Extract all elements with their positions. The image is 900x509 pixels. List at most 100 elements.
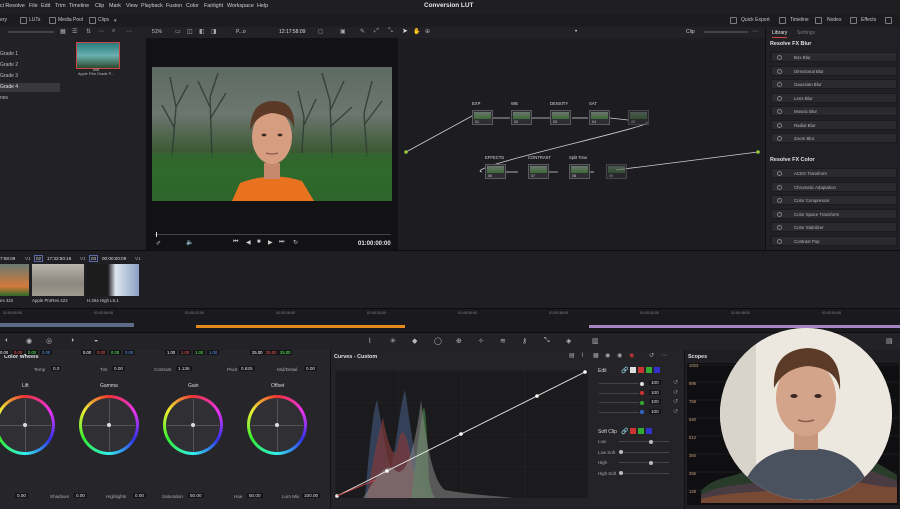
lummix-value[interactable]: 100.00 [302,493,321,498]
menu-color[interactable]: Color [186,3,199,9]
pointer-icon[interactable]: ➤ [402,27,408,35]
curve-tool-icon[interactable]: ▦ [593,352,599,359]
menu-fairlight[interactable]: Fairlight [204,3,223,9]
wheel-value[interactable]: 0.00 [123,350,136,355]
menu-trim[interactable]: Trim [55,3,66,9]
sort-icon[interactable]: ⇅ [86,28,91,35]
key-icon[interactable]: ⚷ [522,337,527,345]
menu-playback[interactable]: Playback [141,3,163,9]
hue-value[interactable]: 50.00 [247,493,263,498]
temp-value[interactable]: 0.0 [51,366,62,371]
reset-icon[interactable]: ↺ [673,408,678,415]
saturation-value[interactable]: 50.00 [188,493,204,498]
menu-help[interactable]: Help [257,3,268,9]
dropper-icon[interactable]: ✐ [156,240,161,247]
menu-mark[interactable]: Mark [109,3,121,9]
hdr-icon[interactable]: ◑ [70,337,74,344]
tab-timeline[interactable]: Timeline [790,17,809,23]
link-icon[interactable]: 🔗 [621,428,628,435]
library-item[interactable]: Lens Blur [771,92,897,103]
curve-tool-icon[interactable]: ◉ [617,352,622,359]
menu-clip[interactable]: Clip [95,3,104,9]
tracker-icon[interactable]: ⊕ [456,337,462,345]
curve-point[interactable] [385,469,389,473]
color-node[interactable]: 03 [550,110,571,125]
wheel-value[interactable]: 25.00 [264,350,279,355]
color-node[interactable]: 05 [628,110,649,125]
wheel-value[interactable]: 0.00 [0,350,11,355]
color-node[interactable]: 01 [472,110,493,125]
wheel-value[interactable]: 1.00 [193,350,206,355]
channel-dot[interactable] [640,381,644,386]
color-match-icon[interactable]: ◉ [26,337,32,345]
warper-icon[interactable]: ✳ [390,337,396,345]
channel-value[interactable]: 100 [649,380,661,385]
chevron-down-icon[interactable]: ▾ [114,18,117,24]
curve-tool-icon[interactable]: ▤ [569,352,575,359]
shadows-value[interactable]: 0.00 [74,493,87,498]
volume-icon[interactable]: 🔈 [186,239,193,246]
gallery-zoom-slider[interactable] [8,31,54,33]
color-node[interactable]: 02 [511,110,532,125]
reset-icon[interactable]: ↺ [673,379,678,386]
video-frame[interactable] [152,67,392,201]
options-icon[interactable]: ⋯ [98,28,104,35]
node-options-icon[interactable]: ⋯ [752,28,758,35]
channel-dot[interactable] [640,391,644,395]
soft-clip-handle[interactable] [619,450,623,454]
skip-start-icon[interactable]: ⏮ [233,239,238,246]
viewer-zoom[interactable]: 51% [152,29,162,35]
wipe-icon[interactable]: ◧ [199,28,205,35]
channel-value[interactable]: 100 [649,399,661,404]
layout-icon[interactable]: ▭ [175,28,181,35]
soft-clip-slider[interactable] [619,472,669,474]
node-zoom-slider[interactable] [704,31,748,33]
hand-icon[interactable]: ✋ [413,28,420,35]
tab-settings[interactable]: Settings [797,30,815,36]
wheel-value[interactable]: 1.00 [207,350,220,355]
pivot-value[interactable]: 0.625 [239,366,255,371]
window-icon[interactable]: ◯ [434,337,442,345]
magic-mask-icon[interactable]: ✧ [478,337,484,345]
library-item[interactable]: Color Compressor [771,195,897,205]
lightbox-icon[interactable] [885,17,892,24]
blue-channel-button[interactable] [654,367,660,373]
compare-icon[interactable]: ◨ [211,28,217,35]
curve-tool-icon[interactable]: ◉ [629,352,634,359]
tab-gallery[interactable]: ery [0,17,7,23]
soft-clip-handle[interactable] [649,460,653,465]
color-node[interactable]: 08 [569,164,590,179]
menu-app[interactable]: ci Resolve [0,3,25,9]
menu-timeline[interactable]: Timeline [69,3,89,9]
curve-point[interactable] [459,432,463,436]
scopes-layout-icon[interactable]: ▤ [886,337,893,345]
quick-export-button[interactable]: Quick Export [741,17,770,23]
red-channel-button[interactable] [630,428,636,434]
tab-nodes[interactable]: Nodes [827,17,841,23]
clip-thumbnail[interactable] [32,264,84,296]
gallery-still-icon[interactable]: ◻ [318,28,323,35]
timeline-clip-selected[interactable] [196,325,405,328]
scopes-icon[interactable]: ▥ [592,337,599,345]
wheel-value[interactable]: 0.00 [12,350,25,355]
step-back-icon[interactable]: ◀ [246,239,251,246]
node-output-dot[interactable] [756,150,760,154]
menu-fusion[interactable]: Fusion [166,3,182,9]
blur-icon[interactable]: ≋ [500,337,506,345]
timeline-clip[interactable] [0,323,134,327]
library-item[interactable]: Box Blur [771,52,897,62]
library-item[interactable]: Contrast Pop [771,235,897,246]
library-item[interactable]: Color Stabilizer [771,222,897,232]
library-item[interactable]: Color Space Transform [771,208,897,219]
tab-media-pool[interactable]: Media Pool [58,17,83,23]
stop-icon[interactable]: ■ [257,239,261,245]
gamma-wheel[interactable] [79,395,139,455]
color-node[interactable]: 09 [606,164,627,179]
tint-value[interactable]: 0.00 [112,366,125,371]
grid-icon[interactable]: ▦ [60,28,66,35]
channel-slider[interactable] [599,392,639,394]
tab-library[interactable]: Library [772,30,788,38]
grade-item[interactable]: Grade 2 [0,61,60,70]
soft-clip-handle[interactable] [649,439,653,444]
play-icon[interactable]: ▶ [268,239,273,246]
